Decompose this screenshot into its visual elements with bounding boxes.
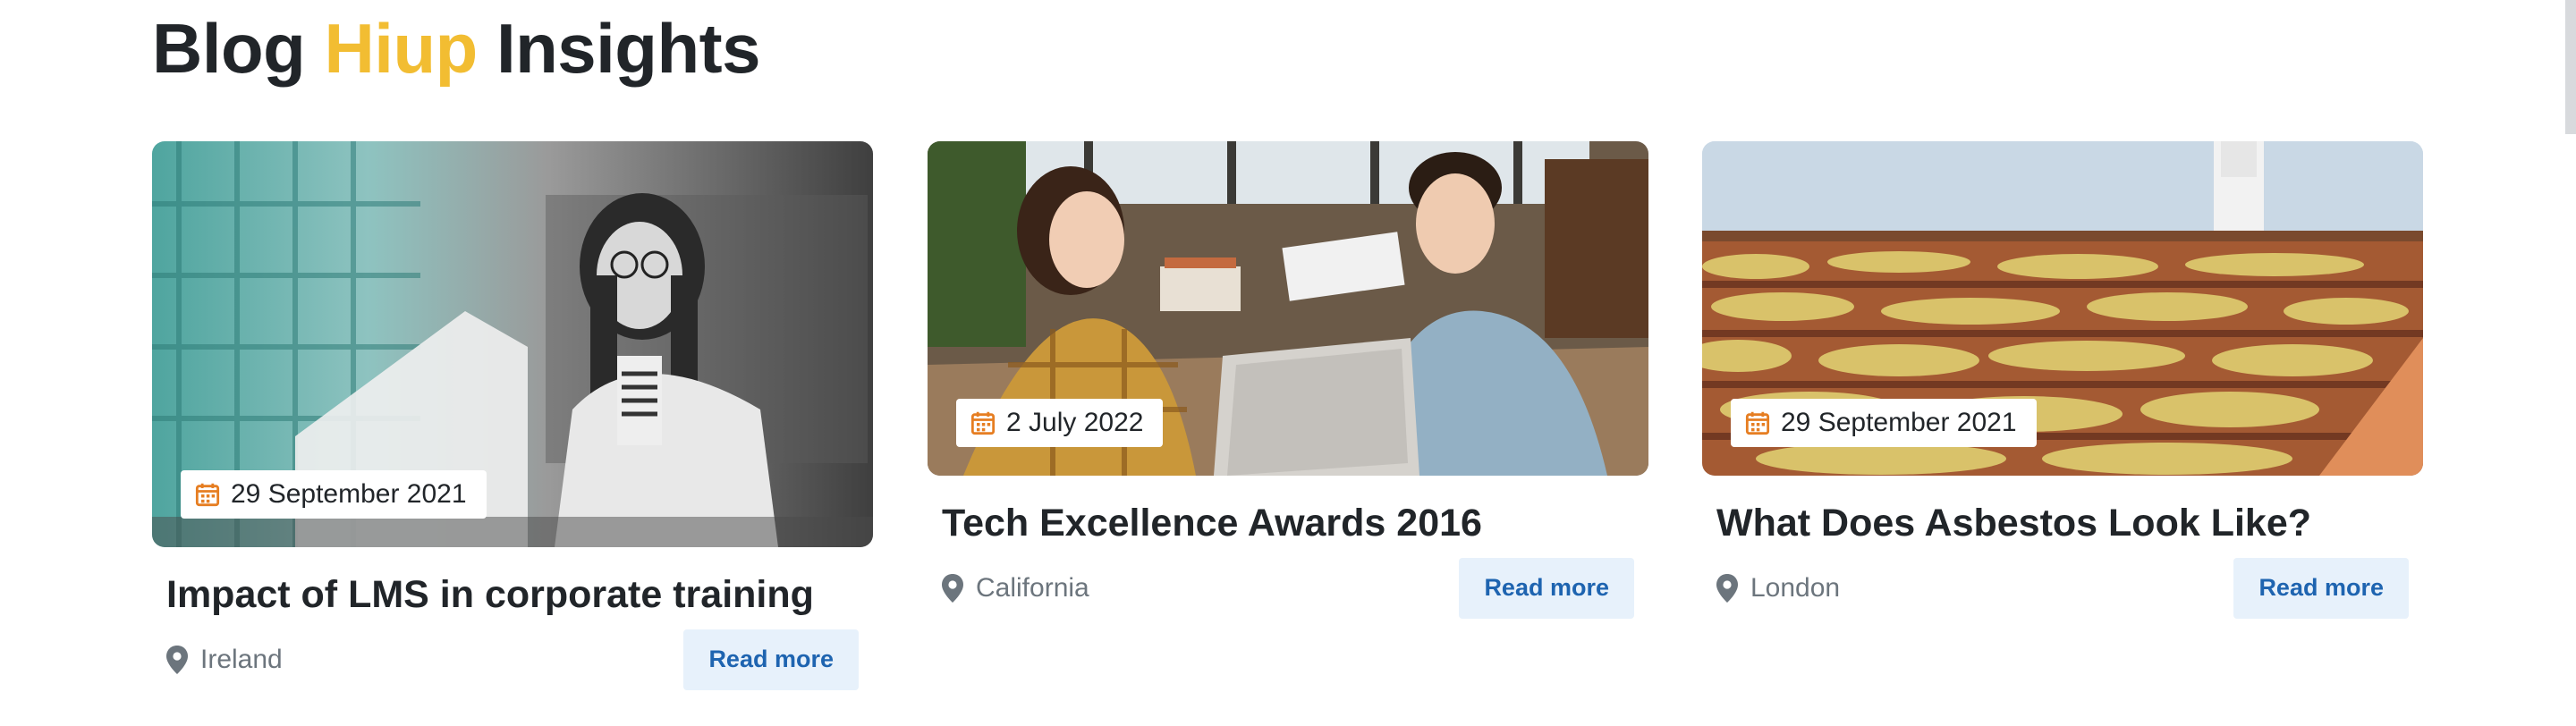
location-text: Ireland [200, 644, 283, 674]
date-text: 29 September 2021 [231, 479, 467, 509]
page-title: Blog Hiup Insights [152, 7, 760, 91]
read-more-button[interactable]: Read more [683, 629, 859, 690]
scrollbar-edge[interactable] [2565, 0, 2576, 134]
map-pin-icon [1716, 573, 1738, 603]
date-text: 2 July 2022 [1006, 408, 1144, 437]
location: London [1716, 573, 1840, 604]
card-footer: London Read more [1702, 557, 2423, 619]
read-more-button[interactable]: Read more [1459, 557, 1634, 619]
location: California [942, 573, 1089, 604]
title-part-insights: Insights [496, 9, 761, 88]
date-text: 29 September 2021 [1781, 408, 2017, 437]
date-badge: 29 September 2021 [181, 470, 487, 519]
date-badge: 29 September 2021 [1731, 399, 2037, 447]
location: Ireland [166, 645, 283, 675]
blog-card-tech-awards[interactable]: 2 July 2022 Tech Excellence Awards 2016 … [928, 141, 1648, 619]
card-image-roof-insulation[interactable]: 29 September 2021 [1702, 141, 2423, 476]
card-title[interactable]: What Does Asbestos Look Like? [1702, 501, 2423, 547]
card-image-office-woman-laptop[interactable]: 29 September 2021 [152, 141, 873, 547]
title-accent-brand: Hiup [324, 9, 478, 88]
title-part-blog: Blog [152, 9, 306, 88]
map-pin-icon [942, 573, 963, 603]
card-title[interactable]: Tech Excellence Awards 2016 [928, 501, 1648, 547]
date-badge: 2 July 2022 [956, 399, 1164, 447]
location-text: London [1750, 572, 1841, 603]
card-image-students-laptop[interactable]: 2 July 2022 [928, 141, 1648, 476]
calendar-icon [970, 411, 996, 435]
blog-card-asbestos[interactable]: 29 September 2021 What Does Asbestos Loo… [1702, 141, 2423, 619]
card-footer: California Read more [928, 557, 1648, 619]
calendar-icon [1745, 411, 1770, 435]
map-pin-icon [166, 645, 188, 674]
calendar-icon [195, 483, 220, 507]
card-footer: Ireland Read more [152, 629, 873, 690]
blog-card-lms[interactable]: 29 September 2021 Impact of LMS in corpo… [152, 141, 873, 690]
location-text: California [976, 572, 1089, 603]
read-more-button[interactable]: Read more [2233, 557, 2409, 619]
card-title[interactable]: Impact of LMS in corporate training [152, 572, 873, 619]
